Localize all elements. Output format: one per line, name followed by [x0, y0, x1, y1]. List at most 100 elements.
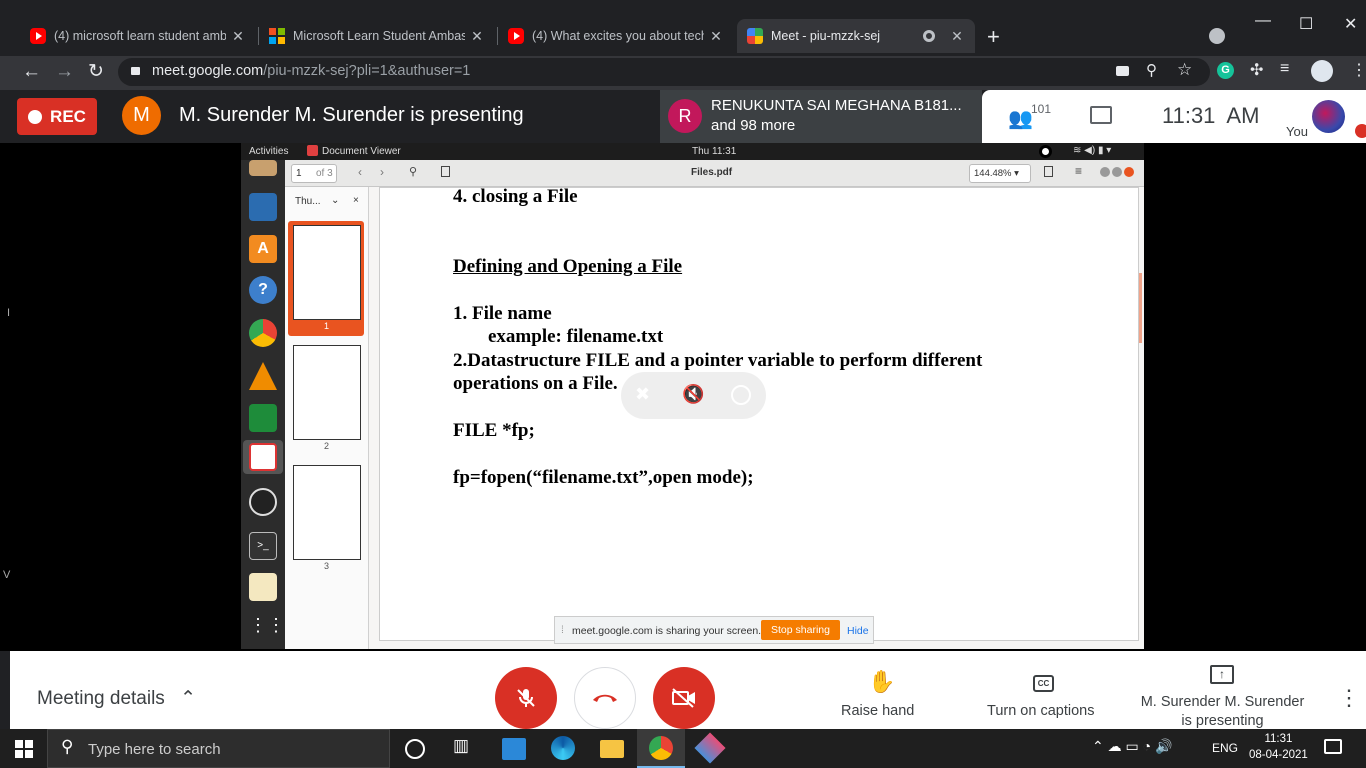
extensions-icon[interactable]: ✣ [1250, 60, 1263, 80]
writer-app-icon[interactable] [249, 193, 277, 221]
store-icon[interactable] [502, 738, 526, 760]
close-tab-icon[interactable]: ✕ [230, 28, 246, 45]
calc-app-icon[interactable] [249, 404, 277, 432]
viewer-menu-icon[interactable]: ≡ [1075, 164, 1082, 178]
language-indicator[interactable]: ENG [1212, 741, 1238, 755]
obs-tray-icon[interactable] [1039, 145, 1052, 158]
annotate-icon[interactable] [441, 166, 450, 177]
browser-tab-active[interactable]: Meet - piu-mzzk-sej ✕ [737, 19, 975, 53]
browser-tab-1[interactable]: (4) microsoft learn student amba ✕ [20, 19, 256, 53]
close-tab-icon[interactable]: ✕ [949, 28, 965, 45]
leave-call-button[interactable] [574, 667, 636, 729]
chat-icon[interactable] [1090, 106, 1112, 124]
text-editor-icon[interactable] [249, 573, 277, 601]
page-thumbnail-1[interactable] [293, 225, 361, 320]
pin-off-icon[interactable]: ✖ [635, 384, 650, 405]
browser-tab-2[interactable]: Microsoft Learn Student Ambassa ✕ [259, 19, 495, 53]
browser-tab-3[interactable]: (4) What excites you about techn ✕ [498, 19, 734, 53]
captions-icon[interactable]: CC [1033, 675, 1054, 692]
task-view-icon[interactable]: ▥ [453, 736, 479, 762]
bookmark-star-icon[interactable]: ☆ [1177, 60, 1192, 80]
chrome-app-icon[interactable] [249, 319, 277, 347]
present-icon[interactable]: ↑ [1210, 665, 1234, 684]
help-icon[interactable]: ? [249, 276, 277, 304]
gnome-clock[interactable]: Thu 11:31 [692, 146, 736, 157]
scrollbar-thumb[interactable] [1139, 273, 1142, 343]
close-sidebar-icon[interactable]: × [353, 195, 359, 206]
chevron-down-icon[interactable]: ⌄ [331, 195, 339, 206]
tab-title: (4) What excites you about techn [532, 29, 704, 43]
viewer-minimize-button[interactable] [1100, 167, 1110, 177]
tab-search-icon[interactable] [1209, 28, 1225, 44]
zoom-icon[interactable]: ⚲ [1146, 61, 1157, 79]
more-options-icon[interactable]: ⋮ [1338, 685, 1360, 711]
system-tray-icons[interactable]: ≋ ◀) ▮ ▾ [1073, 145, 1111, 156]
stop-sharing-button[interactable]: Stop sharing [761, 620, 840, 640]
gnome-top-bar: Activities Document Viewer Thu 11:31 ≋ ◀… [241, 143, 1144, 160]
obs-app-icon[interactable] [249, 488, 277, 516]
doc-line: FILE *fp; [453, 420, 535, 441]
cortana-icon[interactable] [405, 739, 425, 759]
raise-hand-icon[interactable]: ✋ [868, 669, 895, 695]
document-file-name: Files.pdf [691, 167, 733, 178]
close-tab-icon[interactable]: ✕ [469, 28, 485, 45]
meeting-details-button[interactable]: Meeting details ⌃ [37, 687, 196, 710]
grammarly-icon[interactable]: G [1217, 62, 1234, 79]
files-app-icon[interactable] [249, 160, 277, 176]
hide-button[interactable]: Hide [847, 625, 869, 637]
edge-icon[interactable] [551, 736, 575, 760]
viewer-maximize-button[interactable] [1112, 167, 1122, 177]
zoom-select[interactable]: 144.48% ▾ [969, 164, 1031, 183]
close-window-button[interactable]: ✕ [1344, 14, 1357, 34]
close-tab-icon[interactable]: ✕ [708, 28, 724, 45]
maximize-button[interactable]: ☐ [1299, 14, 1313, 34]
vlc-icon[interactable] [249, 362, 277, 390]
next-page-icon[interactable]: › [380, 165, 384, 179]
bookmarks-icon[interactable] [1044, 166, 1053, 177]
notifications-icon[interactable] [1324, 739, 1342, 754]
camera-icon[interactable] [1116, 66, 1129, 76]
prev-page-icon[interactable]: ‹ [358, 165, 362, 179]
lock-icon [131, 67, 140, 75]
presenter-avatar: M [122, 96, 161, 135]
page-number-field[interactable]: 1 of 3 [291, 164, 337, 183]
url-text[interactable]: meet.google.com/piu-mzzk-sej?pli=1&authu… [152, 63, 470, 79]
new-tab-button[interactable]: + [987, 24, 1000, 50]
people-icon[interactable]: 👥 [1008, 106, 1033, 131]
tray-icons[interactable]: ⌃ ☁ ▭ ◔ 🔊 [1092, 738, 1172, 755]
show-apps-icon[interactable]: ⋮⋮⋮ [249, 616, 303, 646]
file-explorer-icon[interactable] [600, 740, 624, 758]
taskbar-search[interactable]: ⚲ Type here to search [47, 729, 390, 768]
page-thumbnail-2[interactable] [293, 345, 361, 440]
reload-icon[interactable]: ↻ [88, 60, 104, 83]
find-icon[interactable]: ⚲ [409, 165, 417, 178]
page-thumbnail-3[interactable] [293, 465, 361, 560]
mic-toggle-button[interactable] [495, 667, 557, 729]
terminal-icon[interactable]: >_ [249, 532, 277, 560]
record-dot-icon [28, 109, 43, 124]
taskbar-clock[interactable]: 11:31 08-04-2021 [1249, 731, 1308, 763]
chevron-up-icon: ⌃ [180, 688, 196, 709]
software-center-icon[interactable]: A [249, 235, 277, 263]
forward-icon[interactable]: → [55, 61, 74, 83]
drag-handle-icon[interactable]: ⁞ [561, 624, 564, 636]
document-viewer-dock-icon[interactable] [249, 443, 277, 471]
raise-hand-button[interactable]: Raise hand [841, 703, 914, 719]
viewer-close-button[interactable] [1124, 167, 1134, 177]
back-icon[interactable]: ← [22, 61, 41, 83]
presenting-button[interactable]: M. Surender M. Surender is presenting [1135, 693, 1310, 731]
mute-tile-icon[interactable]: 🔇 [682, 384, 704, 405]
chrome-taskbar-icon[interactable] [649, 736, 673, 760]
activities-button[interactable]: Activities [249, 146, 288, 157]
camera-toggle-button[interactable] [653, 667, 715, 729]
sidebar-mode-select[interactable]: Thu... [295, 196, 321, 207]
profile-avatar[interactable] [1311, 60, 1333, 82]
remove-icon[interactable] [731, 385, 751, 405]
media-control-icon[interactable]: ≡ [1280, 60, 1289, 78]
captions-button[interactable]: Turn on captions [987, 703, 1094, 719]
chrome-menu-icon[interactable]: ⋮ [1351, 60, 1366, 80]
app-menu[interactable]: Document Viewer [322, 146, 401, 157]
minimize-button[interactable]: — [1255, 12, 1271, 30]
start-icon[interactable] [15, 740, 33, 758]
doc-line: 4. closing a File [453, 186, 578, 207]
